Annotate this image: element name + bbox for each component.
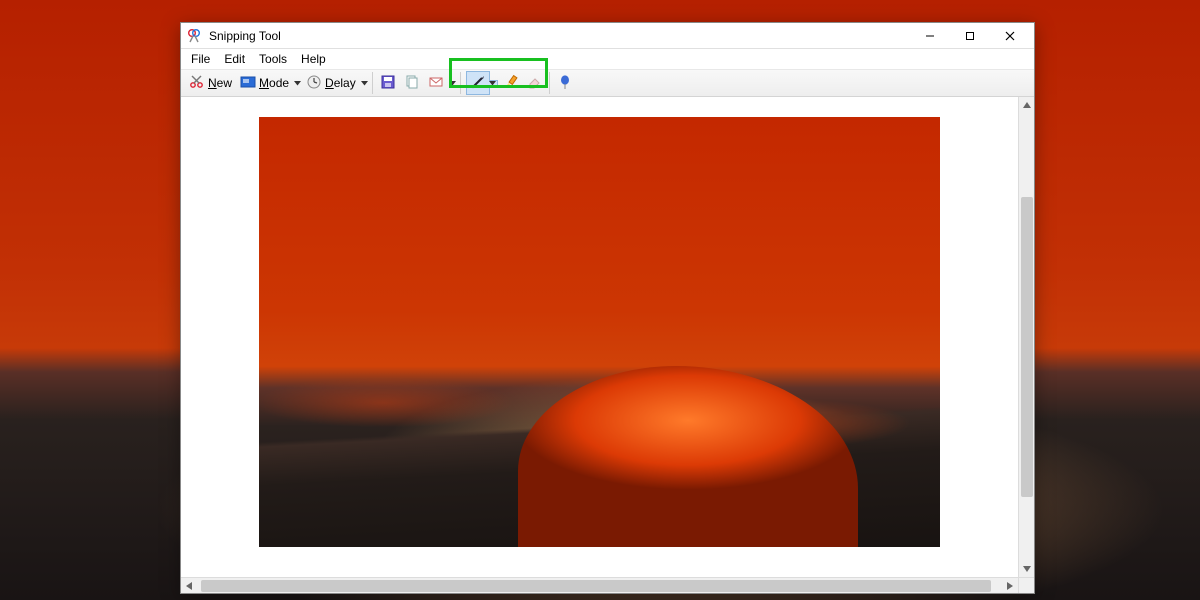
send-snip-dropdown[interactable] [448, 81, 457, 86]
balloon-icon [557, 74, 573, 93]
eraser-button[interactable] [522, 71, 546, 95]
pen-button[interactable] [466, 71, 490, 95]
delay-label: Delay [325, 76, 356, 90]
copy-icon [404, 74, 420, 93]
menu-file[interactable]: File [185, 51, 216, 67]
captured-snip-image [259, 117, 940, 547]
vertical-scrollbar[interactable] [1018, 97, 1034, 577]
menu-help[interactable]: Help [295, 51, 332, 67]
delay-dropdown[interactable] [360, 81, 369, 86]
toolbar: New Mode Delay [181, 69, 1034, 97]
mail-icon [428, 74, 444, 93]
send-snip-button[interactable] [424, 71, 448, 95]
scissors-icon [189, 74, 205, 93]
scroll-left-arrow-icon[interactable] [181, 578, 197, 593]
maximize-button[interactable] [950, 23, 990, 48]
menu-edit[interactable]: Edit [218, 51, 251, 67]
scroll-right-arrow-icon[interactable] [1002, 578, 1018, 593]
toolbar-separator [460, 72, 461, 94]
app-icon [187, 28, 203, 44]
highlighter-button[interactable] [498, 71, 522, 95]
pen-icon [470, 74, 486, 93]
delay-button[interactable]: Delay [302, 71, 360, 95]
toolbar-separator [372, 72, 373, 94]
mode-icon [240, 74, 256, 93]
copy-button[interactable] [400, 71, 424, 95]
eraser-icon [526, 74, 542, 93]
new-snip-label: New [208, 76, 232, 90]
menu-tools[interactable]: Tools [253, 51, 293, 67]
minimize-button[interactable] [910, 23, 950, 48]
menubar: File Edit Tools Help [181, 49, 1034, 69]
toolbar-separator [549, 72, 550, 94]
content-area [181, 97, 1034, 593]
close-button[interactable] [990, 23, 1030, 48]
titlebar[interactable]: Snipping Tool [181, 23, 1034, 49]
balloon-tip-button[interactable] [553, 71, 577, 95]
highlighter-icon [502, 74, 518, 93]
save-button[interactable] [376, 71, 400, 95]
window-title: Snipping Tool [209, 29, 281, 43]
desktop-background: Snipping Tool File Edit Tools Help [0, 0, 1200, 600]
save-icon [380, 74, 396, 93]
mode-label: Mode [259, 76, 289, 90]
pen-dropdown[interactable] [489, 80, 498, 87]
mode-button[interactable]: Mode [236, 71, 293, 95]
scroll-down-arrow-icon[interactable] [1019, 561, 1034, 577]
clock-icon [306, 74, 322, 93]
horizontal-scroll-thumb[interactable] [201, 580, 991, 592]
horizontal-scrollbar[interactable] [181, 577, 1018, 593]
scroll-up-arrow-icon[interactable] [1019, 97, 1034, 113]
new-snip-button[interactable]: New [185, 71, 236, 95]
mode-dropdown[interactable] [293, 81, 302, 86]
scrollbar-corner [1018, 577, 1034, 593]
snip-canvas-area[interactable] [181, 97, 1018, 577]
snipping-tool-window: Snipping Tool File Edit Tools Help [180, 22, 1035, 594]
vertical-scroll-thumb[interactable] [1021, 197, 1033, 497]
